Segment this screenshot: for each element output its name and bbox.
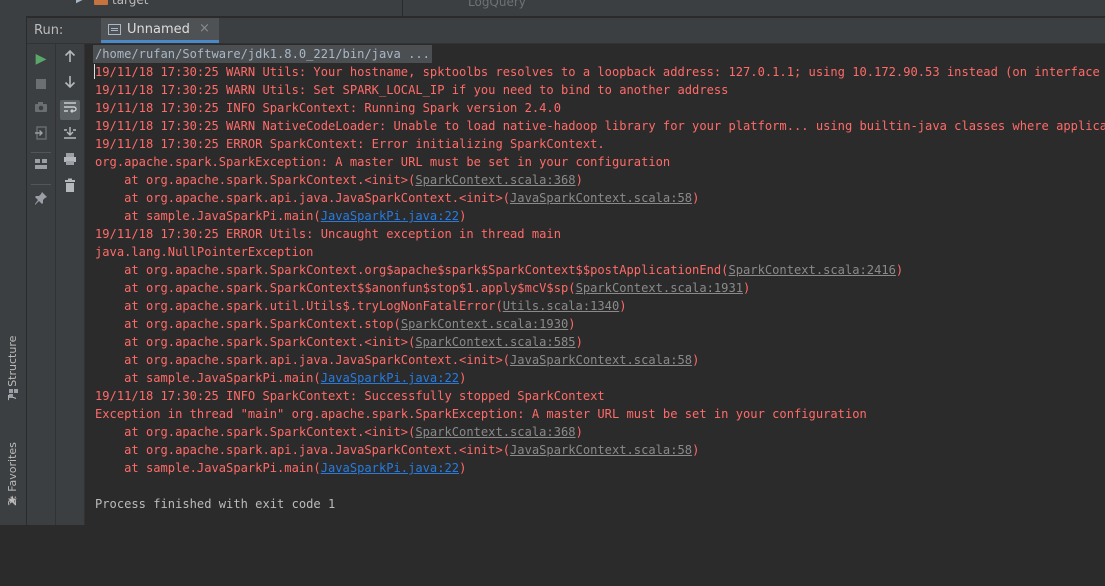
source-link[interactable]: Utils.scala:1340: [503, 299, 620, 313]
left-tool-window-bar: 7: Structure 2: Favorites: [0, 16, 27, 525]
tab-label: Unnamed: [127, 22, 190, 37]
source-link[interactable]: JavaSparkPi.java:22: [321, 461, 459, 475]
log-line: 19/11/18 17:30:25 WARN Utils: Set SPARK_…: [95, 83, 729, 97]
log-line: 19/11/18 17:30:25 WARN Utils: Your hostn…: [95, 65, 1105, 79]
log-line: java.lang.NullPointerException: [95, 245, 314, 259]
camera-icon[interactable]: [31, 100, 51, 120]
run-toolbar-right: [56, 44, 85, 525]
log-line: 19/11/18 17:30:25 INFO SparkContext: Suc…: [95, 389, 605, 403]
log-line: 19/11/18 17:30:25 INFO SparkContext: Run…: [95, 101, 561, 115]
console-icon: [108, 24, 121, 35]
log-line: org.apache.spark.SparkException: A maste…: [95, 155, 671, 169]
project-tree-strip: ▶ target LogQuery: [0, 0, 1105, 16]
scroll-to-end-icon[interactable]: [60, 126, 80, 146]
soft-wrap-icon[interactable]: [60, 100, 80, 120]
console-output[interactable]: /home/rufan/Software/jdk1.8.0_221/bin/ja…: [85, 44, 1105, 525]
up-arrow-icon[interactable]: [60, 49, 80, 69]
star-icon[interactable]: ★: [7, 494, 18, 506]
run-icon[interactable]: ▶: [31, 49, 51, 69]
layout-icon[interactable]: [31, 157, 51, 177]
stack-trace-line: at sample.JavaSparkPi.main(JavaSparkPi.j…: [95, 209, 467, 223]
stack-trace-line: at org.apache.spark.SparkContext.<init>(…: [95, 335, 583, 349]
tree-expand-icon[interactable]: ▶: [76, 0, 84, 5]
source-link[interactable]: SparkContext.scala:368: [415, 425, 575, 439]
project-tree-panel: ▶ target: [28, 0, 403, 16]
stack-trace-line: at org.apache.spark.SparkContext.<init>(…: [95, 425, 583, 439]
command-line[interactable]: /home/rufan/Software/jdk1.8.0_221/bin/ja…: [93, 45, 432, 63]
stack-trace-line: at org.apache.spark.api.java.JavaSparkCo…: [95, 353, 700, 367]
favorites-tool-tab[interactable]: 2: Favorites: [2, 442, 24, 586]
source-link[interactable]: SparkContext.scala:2416: [728, 263, 895, 277]
down-arrow-icon[interactable]: [60, 75, 80, 95]
structure-icon[interactable]: [9, 389, 19, 399]
stack-trace-line: at org.apache.spark.api.java.JavaSparkCo…: [95, 443, 700, 457]
tree-item-label[interactable]: target: [112, 0, 149, 7]
log-line: Exception in thread "main" org.apache.sp…: [95, 407, 867, 421]
exit-status-line: Process finished with exit code 1: [95, 497, 336, 511]
editor-object-label: LogQuery: [468, 0, 526, 9]
stack-trace-line: at org.apache.spark.util.Utils$.tryLogNo…: [95, 299, 627, 313]
source-link[interactable]: SparkContext.scala:368: [415, 173, 575, 187]
folder-icon: [94, 0, 108, 5]
run-tool-window-header: Run: Unnamed ×: [27, 18, 1105, 44]
print-icon[interactable]: [60, 152, 80, 172]
source-link[interactable]: JavaSparkContext.scala:58: [510, 191, 692, 205]
stack-trace-line: at org.apache.spark.SparkContext.stop(Sp…: [95, 317, 576, 331]
log-line: 19/11/18 17:30:25 ERROR Utils: Uncaught …: [95, 227, 561, 241]
run-toolbar-left: ▶: [27, 44, 56, 525]
source-link[interactable]: JavaSparkContext.scala:58: [510, 353, 692, 367]
stack-trace-line: at org.apache.spark.api.java.JavaSparkCo…: [95, 191, 700, 205]
source-link[interactable]: JavaSparkPi.java:22: [321, 209, 459, 223]
source-link[interactable]: SparkContext.scala:1930: [401, 317, 568, 331]
source-link[interactable]: JavaSparkContext.scala:58: [510, 443, 692, 457]
log-line: 19/11/18 17:30:25 WARN NativeCodeLoader:…: [95, 119, 1105, 133]
close-icon[interactable]: ×: [199, 21, 210, 36]
pin-icon[interactable]: [31, 191, 51, 211]
log-line: 19/11/18 17:30:25 ERROR SparkContext: Er…: [95, 137, 605, 151]
stack-trace-line: at sample.JavaSparkPi.main(JavaSparkPi.j…: [95, 371, 467, 385]
source-link[interactable]: SparkContext.scala:1931: [576, 281, 743, 295]
source-link[interactable]: JavaSparkPi.java:22: [321, 371, 459, 385]
stack-trace-line: at org.apache.spark.SparkContext.<init>(…: [95, 173, 583, 187]
exit-icon[interactable]: [31, 126, 51, 146]
stack-trace-line: at org.apache.spark.SparkContext.org$apa…: [95, 263, 904, 277]
source-link[interactable]: SparkContext.scala:585: [415, 335, 575, 349]
tab-unnamed[interactable]: Unnamed ×: [101, 18, 219, 43]
run-label: Run:: [34, 23, 64, 38]
stack-trace-line: at org.apache.spark.SparkContext$$anonfu…: [95, 281, 751, 295]
trash-icon[interactable]: [60, 178, 80, 198]
stop-icon[interactable]: [31, 74, 51, 94]
stack-trace-line: at sample.JavaSparkPi.main(JavaSparkPi.j…: [95, 461, 467, 475]
